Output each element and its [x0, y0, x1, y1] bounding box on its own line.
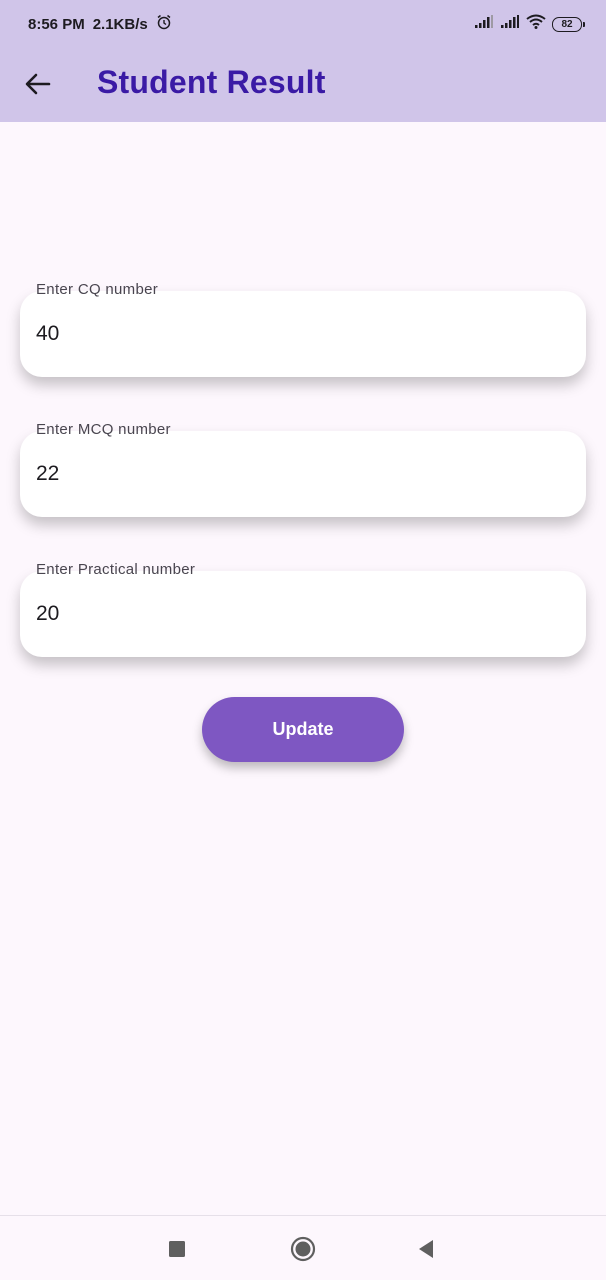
home-button[interactable] — [288, 1234, 318, 1264]
alarm-icon — [156, 14, 172, 34]
system-back-button[interactable] — [411, 1234, 441, 1264]
top-bar: 8:56 PM 2.1KB/s 82 Student Result — [0, 0, 606, 122]
circle-home-icon — [290, 1236, 316, 1262]
cq-field: Enter CQ number — [20, 281, 586, 377]
practical-number-input[interactable] — [36, 599, 556, 629]
wifi-icon — [526, 14, 546, 34]
square-recents-icon — [169, 1241, 185, 1257]
status-left: 8:56 PM 2.1KB/s — [28, 14, 172, 34]
back-button[interactable] — [20, 66, 56, 102]
page-title: Student Result — [97, 64, 326, 100]
navigation-bar — [0, 1215, 606, 1280]
cq-field-label: Enter CQ number — [36, 281, 159, 298]
battery-icon: 82 — [552, 16, 585, 32]
signal-icon-2 — [500, 14, 520, 34]
recents-button[interactable] — [162, 1234, 192, 1264]
practical-field: Enter Practical number — [20, 561, 586, 657]
mcq-field: Enter MCQ number — [20, 421, 586, 517]
update-button[interactable]: Update — [202, 697, 404, 762]
mcq-number-input[interactable] — [36, 459, 556, 489]
signal-icon — [474, 14, 494, 34]
screen: 8:56 PM 2.1KB/s 82 Student Result Enter … — [0, 0, 606, 1280]
network-speed: 2.1KB/s — [92, 15, 148, 33]
arrow-left-icon — [25, 73, 51, 95]
practical-field-label: Enter Practical number — [36, 561, 196, 578]
mcq-field-label: Enter MCQ number — [36, 421, 171, 438]
cq-number-input[interactable] — [36, 319, 556, 349]
triangle-back-icon — [419, 1240, 433, 1258]
status-bar: 8:56 PM 2.1KB/s 82 — [0, 0, 606, 46]
status-time: 8:56 PM — [28, 15, 85, 33]
app-bar: Student Result — [0, 46, 606, 122]
status-right: 82 — [474, 14, 585, 34]
